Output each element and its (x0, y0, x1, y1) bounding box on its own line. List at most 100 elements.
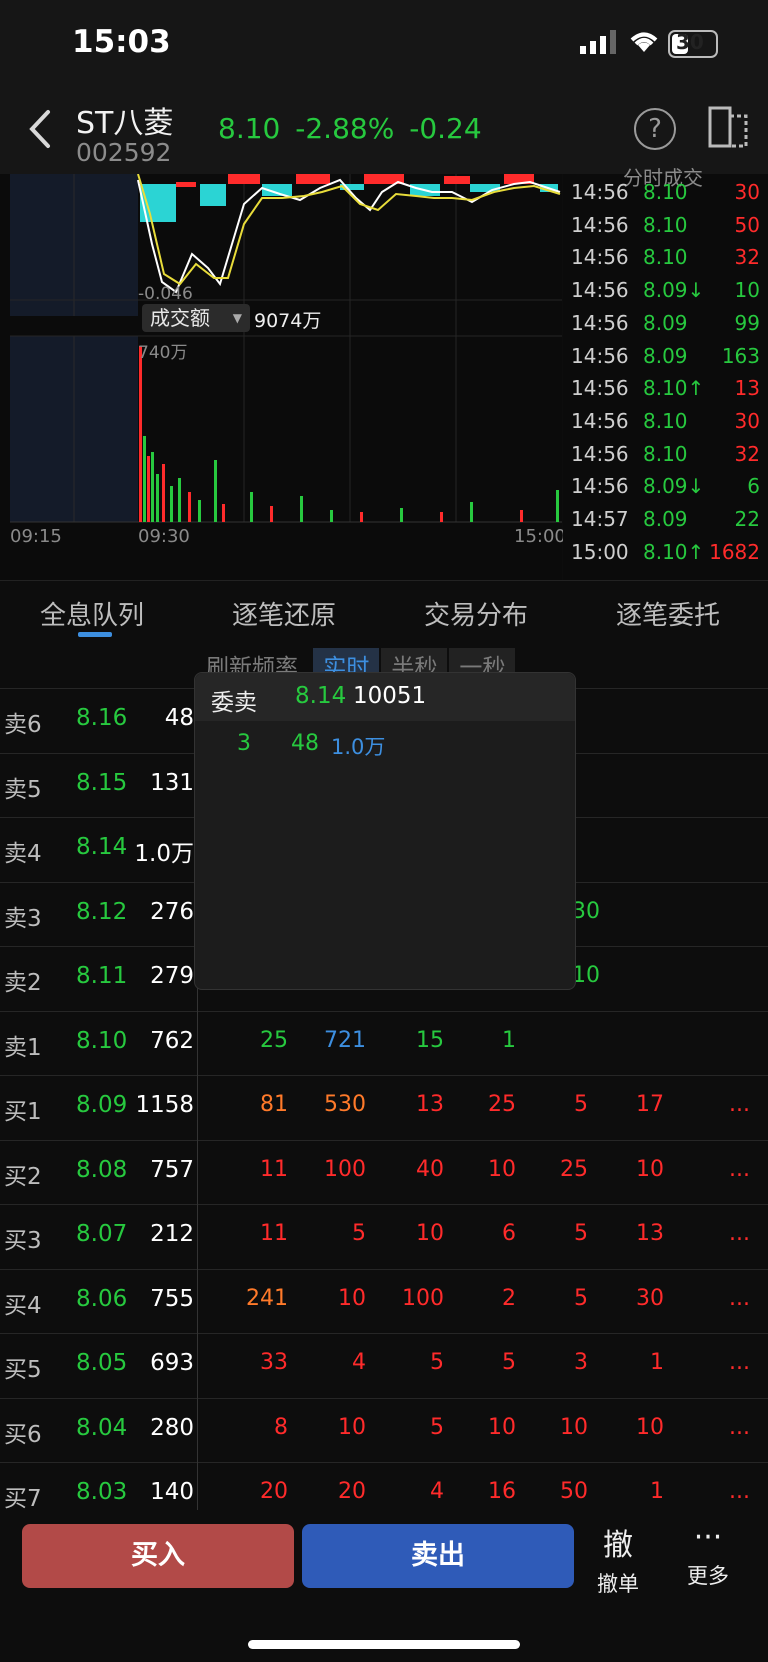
queue-order: 10 (636, 1156, 664, 1182)
chart-canvas (10, 174, 562, 523)
book-level-label: 买5 (4, 1357, 42, 1383)
cancel-order-button[interactable]: 撤 撤单 (586, 1520, 650, 1600)
stock-name: ST八菱 (76, 106, 174, 141)
queue-order: 17 (636, 1092, 664, 1117)
trade-volume: 50 (734, 212, 760, 237)
volume-max-label: 740万 (138, 343, 188, 363)
intraday-chart[interactable]: -0.046 成交额 ▼ 9074万 740万 09:15 09:30 15:0… (0, 174, 566, 580)
queue-order: 2 (502, 1285, 516, 1311)
queue-order: 10 (488, 1414, 516, 1440)
trade-time: 15:00 (571, 539, 629, 564)
tab-tick-restore[interactable]: 逐笔还原 (232, 595, 336, 632)
sell-button[interactable]: 卖出 (302, 1524, 574, 1588)
book-price: 8.05 (76, 1350, 128, 1376)
trade-price: 8.10↑ (643, 376, 705, 401)
order-book-row[interactable]: 买5 8.05 693 33 4 5 5 3 1... (0, 1333, 768, 1398)
price-low-label: -0.046 (138, 284, 193, 304)
queue-order: ... (729, 1221, 750, 1246)
trade-row: 14:56 8.10 32 (563, 245, 768, 277)
tab-full-queue[interactable]: 全息队列 (40, 595, 144, 632)
trade-price: 8.10 (643, 180, 688, 204)
book-level-label: 买1 (4, 1099, 42, 1125)
stock-code: 002592 (76, 138, 172, 167)
trade-row: 14:56 8.09↓ 6 (563, 474, 768, 506)
book-volume: 131 (150, 769, 194, 796)
queue-order: 10 (636, 1414, 664, 1440)
queue-order: 33 (260, 1350, 288, 1375)
turnover-selector[interactable]: 成交额 ▼ (142, 304, 250, 332)
book-volume: 757 (150, 1156, 194, 1183)
trade-row: 14:56 8.09↓ 10 (563, 278, 768, 310)
quote: 8.10 -2.88% -0.24 (218, 112, 482, 145)
detail-tabs: 全息队列 逐笔还原 交易分布 逐笔委托 (0, 580, 768, 641)
order-book-row[interactable]: 买1 8.09 1158 81 530 13 25 5 17... (0, 1075, 768, 1140)
dropdown-icon: ▼ (232, 311, 242, 325)
indicator-bars (140, 174, 558, 222)
trade-volume: 22 (734, 507, 760, 531)
queue-order: 5 (574, 1221, 588, 1246)
queue-order: 5 (502, 1350, 516, 1375)
trade-price: 8.10↑ (643, 539, 705, 564)
tab-trade-distribution[interactable]: 交易分布 (424, 595, 528, 632)
queue-order: 5 (574, 1285, 588, 1311)
volume-bars (139, 346, 559, 522)
tab-tick-orders[interactable]: 逐笔委托 (616, 595, 720, 632)
signal-icon (580, 30, 616, 54)
trade-row: 15:00 8.10↑ 1682 (563, 540, 768, 572)
queue-order: 721 (324, 1027, 366, 1053)
queue-order: ... (729, 1285, 750, 1311)
queue-order: 5 (574, 1092, 588, 1117)
book-level-label: 买6 (4, 1421, 42, 1448)
book-price: 8.03 (76, 1479, 128, 1505)
order-book-row[interactable]: 买2 8.08 757 11 100 40 10 25 10... (0, 1139, 768, 1205)
trade-row: 14:56 8.09 163 (563, 344, 768, 376)
order-book-row[interactable]: 卖1 8.10 762 25 721 15 1 (0, 1010, 768, 1076)
trade-time: 14:56 (571, 343, 629, 368)
buy-button[interactable]: 买入 (22, 1524, 294, 1588)
queue-order: 241 (246, 1285, 288, 1311)
order-book-row[interactable]: 买4 8.06 755 241 10 100 2 5 30... (0, 1268, 768, 1334)
trade-row: 14:56 8.09 99 (563, 311, 768, 343)
trade-time: 14:56 (571, 441, 629, 466)
book-volume: 48 (164, 705, 194, 731)
queue-order: 1 (502, 1027, 516, 1053)
queue-order: 8 (274, 1414, 288, 1440)
queue-order: 1 (650, 1350, 664, 1375)
queue-order: 25 (260, 1027, 288, 1053)
layout-switch-icon[interactable] (708, 106, 748, 148)
trade-row: 14:56 8.10 30 (563, 180, 768, 212)
tick-trade-list[interactable]: 分时成交 14:56 8.10 30 14:56 8.10 50 14:56 8.10 32 14… (563, 166, 768, 580)
order-book-row[interactable]: 买3 8.07 212 11 5 10 6 5 13... (0, 1204, 768, 1269)
trade-row: 14:56 8.10 50 (563, 213, 768, 245)
queue-order: ... (729, 1479, 750, 1504)
x-label-end: 15:00 (514, 526, 566, 547)
home-indicator[interactable] (248, 1640, 520, 1649)
queue-order: ... (729, 1414, 750, 1440)
trade-time: 14:56 (571, 278, 629, 303)
popup-title: 委卖 (211, 690, 257, 716)
turnover-value: 9074万 (254, 310, 322, 332)
book-volume: 280 (150, 1414, 194, 1441)
book-level-label: 卖4 (4, 841, 42, 867)
queue-order: 16 (488, 1479, 516, 1504)
book-volume: 755 (150, 1285, 194, 1312)
popup-cell: 1.0万 (331, 735, 386, 759)
trade-time: 14:56 (571, 212, 629, 237)
book-price: 8.10 (76, 1027, 128, 1054)
book-level-label: 卖5 (4, 776, 42, 803)
book-level-label: 买7 (4, 1486, 42, 1512)
book-volume: 140 (150, 1479, 194, 1505)
x-label-open: 09:30 (138, 526, 190, 547)
trade-time: 14:56 (571, 180, 629, 204)
change-amount: -0.24 (409, 112, 482, 145)
book-price: 8.14 (76, 834, 128, 860)
queue-popup[interactable]: 委卖 8.14 10051 3 48 1.0万 (194, 672, 576, 990)
trade-volume: 30 (734, 180, 760, 204)
book-level-label: 卖6 (4, 712, 42, 738)
book-volume: 212 (150, 1221, 194, 1247)
more-button[interactable]: ··· 更多 (676, 1520, 740, 1600)
queue-order: 13 (416, 1092, 444, 1117)
back-icon[interactable] (22, 104, 62, 154)
help-button[interactable]: ? (634, 108, 676, 150)
order-book-row[interactable]: 买6 8.04 280 8 10 5 10 10 10... (0, 1397, 768, 1463)
